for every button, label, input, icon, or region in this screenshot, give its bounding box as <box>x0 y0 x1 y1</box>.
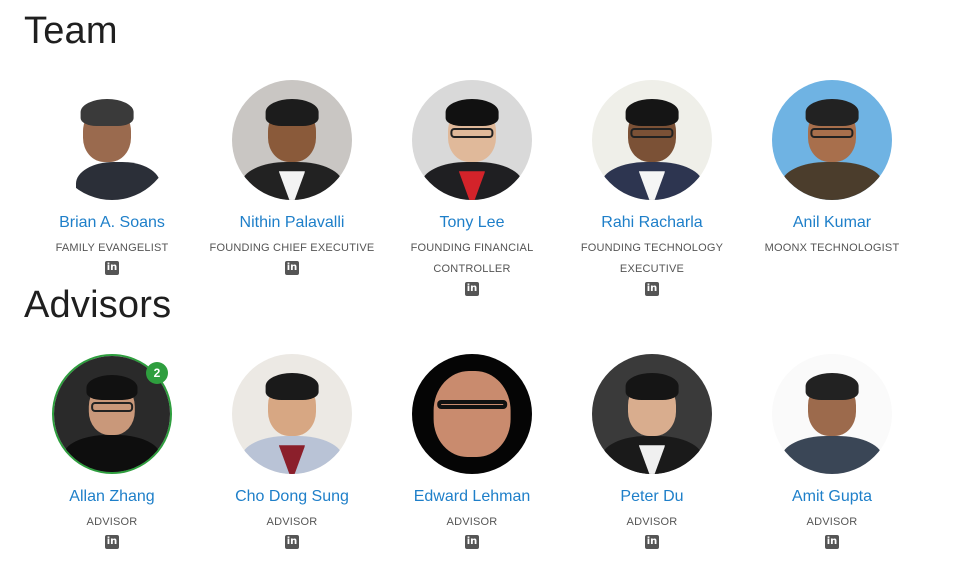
member-role: FOUNDING CHIEF EXECUTIVE <box>209 242 375 254</box>
linkedin-icon[interactable]: in <box>105 535 119 549</box>
avatar-photo <box>772 80 892 200</box>
linkedin-icon[interactable]: in <box>465 535 479 549</box>
member-role: ADVISOR <box>446 516 498 528</box>
member-name-link[interactable]: Cho Dong Sung <box>235 487 349 507</box>
member-name-link[interactable]: Allan Zhang <box>69 487 154 507</box>
avatar-photo <box>412 354 532 474</box>
avatar[interactable] <box>412 80 532 200</box>
avatar[interactable]: 2 <box>52 354 172 474</box>
team-member-card: Tony Lee FOUNDING FINANCIAL CONTROLLER i… <box>382 80 562 296</box>
linkedin-icon[interactable]: in <box>105 261 119 275</box>
member-name-link[interactable]: Edward Lehman <box>414 487 531 507</box>
member-name-link[interactable]: Amit Gupta <box>792 487 872 507</box>
avatar[interactable] <box>772 80 892 200</box>
member-role: ADVISOR <box>86 516 138 528</box>
team-grid: Brian A. Soans FAMILY EVANGELIST in Nith… <box>22 80 922 296</box>
member-role: FOUNDING FINANCIAL CONTROLLER <box>410 242 534 275</box>
team-member-card: Brian A. Soans FAMILY EVANGELIST in <box>22 80 202 296</box>
avatar[interactable] <box>412 354 532 474</box>
advisor-card: Edward Lehman ADVISOR in <box>382 354 562 549</box>
avatar[interactable] <box>592 354 712 474</box>
team-member-card: Rahi Racharla FOUNDING TECHNOLOGY EXECUT… <box>562 80 742 296</box>
advisors-heading: Advisors <box>24 284 172 326</box>
member-name-link[interactable]: Anil Kumar <box>793 213 871 233</box>
member-name-link[interactable]: Brian A. Soans <box>59 213 165 233</box>
avatar-photo <box>232 80 352 200</box>
advisor-card: 2 Allan Zhang ADVISOR in <box>22 354 202 549</box>
avatar-photo <box>592 80 712 200</box>
member-name-link[interactable]: Peter Du <box>620 487 683 507</box>
notification-badge: 2 <box>146 362 168 384</box>
advisors-grid: 2 Allan Zhang ADVISOR in Cho Dong Sung A… <box>22 354 922 549</box>
team-heading: Team <box>24 10 118 52</box>
avatar-photo <box>772 354 892 474</box>
member-name-link[interactable]: Nithin Palavalli <box>240 213 345 233</box>
linkedin-icon[interactable]: in <box>645 282 659 296</box>
member-role: ADVISOR <box>626 516 678 528</box>
avatar-photo <box>412 80 532 200</box>
advisor-card: Cho Dong Sung ADVISOR in <box>202 354 382 549</box>
advisor-card: Peter Du ADVISOR in <box>562 354 742 549</box>
member-role: FOUNDING TECHNOLOGY EXECUTIVE <box>580 242 724 275</box>
linkedin-icon[interactable]: in <box>825 535 839 549</box>
avatar-photo <box>232 354 352 474</box>
member-role: ADVISOR <box>806 516 858 528</box>
linkedin-icon[interactable]: in <box>285 261 299 275</box>
member-role: FAMILY EVANGELIST <box>55 242 169 254</box>
linkedin-icon[interactable]: in <box>645 535 659 549</box>
member-role: ADVISOR <box>266 516 318 528</box>
avatar[interactable] <box>52 80 172 200</box>
member-name-link[interactable]: Rahi Racharla <box>601 213 702 233</box>
avatar[interactable] <box>232 80 352 200</box>
avatar[interactable] <box>772 354 892 474</box>
member-name-link[interactable]: Tony Lee <box>440 213 505 233</box>
advisor-card: Amit Gupta ADVISOR in <box>742 354 922 549</box>
linkedin-icon[interactable]: in <box>465 282 479 296</box>
avatar-photo <box>52 80 172 200</box>
member-role: MOONX TECHNOLOGIST <box>764 242 900 254</box>
avatar[interactable] <box>592 80 712 200</box>
team-member-card: Anil Kumar MOONX TECHNOLOGIST <box>742 80 922 296</box>
avatar-photo <box>592 354 712 474</box>
avatar[interactable] <box>232 354 352 474</box>
team-member-card: Nithin Palavalli FOUNDING CHIEF EXECUTIV… <box>202 80 382 296</box>
linkedin-icon[interactable]: in <box>285 535 299 549</box>
